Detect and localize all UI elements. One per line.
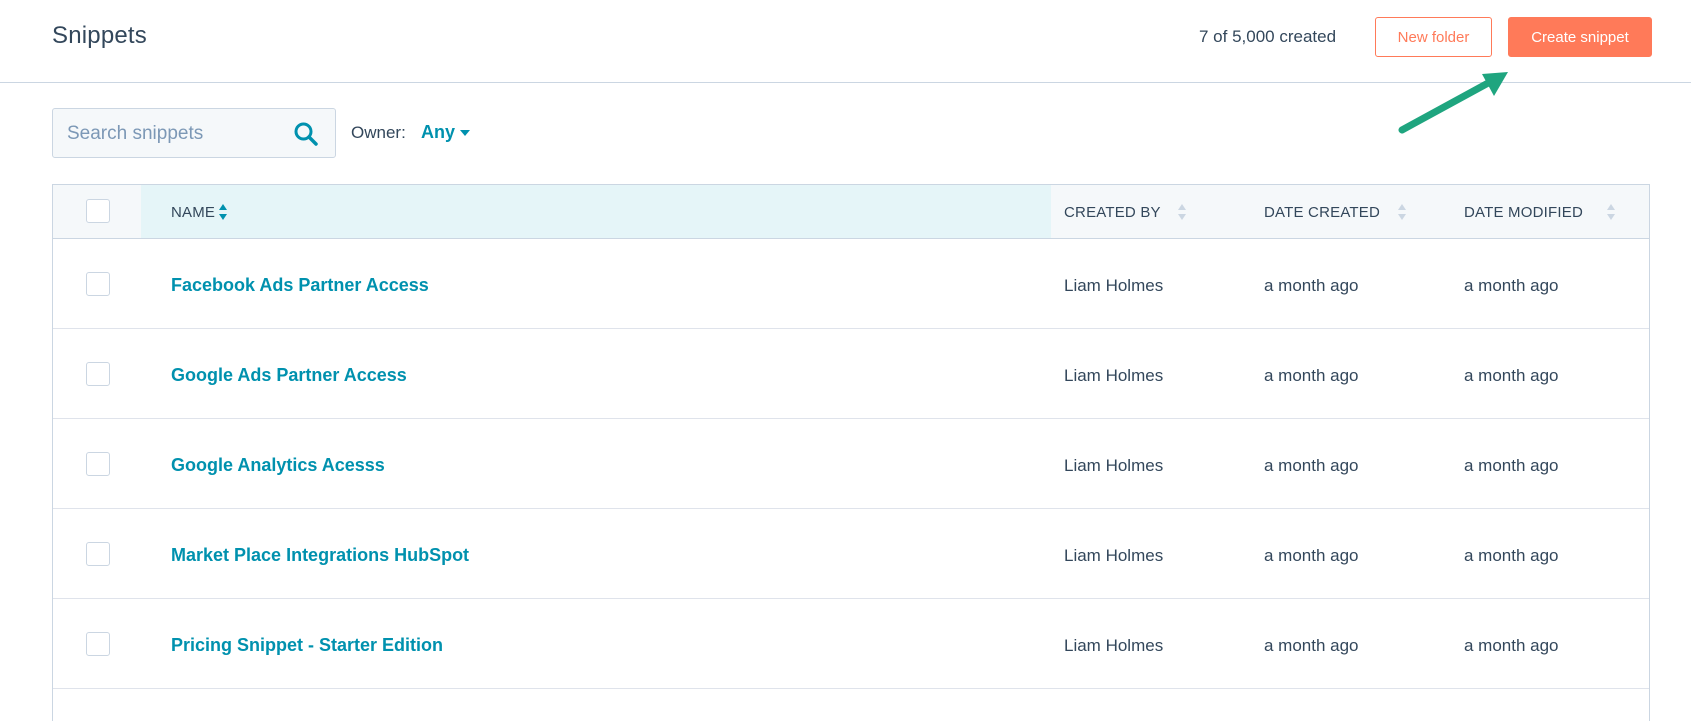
new-folder-button[interactable]: New folder [1375, 17, 1492, 57]
search-icon[interactable] [293, 121, 319, 147]
select-all-checkbox[interactable] [86, 199, 110, 223]
snippet-count: 7 of 5,000 created [1199, 27, 1337, 46]
column-header-date-modified[interactable]: DATE MODIFIED [1464, 204, 1583, 221]
row-checkbox[interactable] [86, 362, 110, 386]
row-checkbox[interactable] [86, 542, 110, 566]
date-modified-cell: a month ago [1464, 456, 1559, 475]
sort-icon[interactable] [1397, 203, 1407, 221]
search-input[interactable]: Search snippets [52, 108, 336, 158]
caret-down-icon[interactable] [460, 130, 470, 136]
sort-icon[interactable] [1177, 203, 1187, 221]
snippet-name-link[interactable]: Google Analytics Acesss [171, 455, 385, 476]
create-snippet-button[interactable]: Create snippet [1508, 17, 1652, 57]
created-by-cell: Liam Holmes [1064, 636, 1164, 655]
created-by-cell: Liam Holmes [1064, 366, 1164, 385]
row-checkbox[interactable] [86, 272, 110, 296]
snippet-name-link[interactable]: Facebook Ads Partner Access [171, 275, 429, 296]
sort-icon[interactable] [1606, 203, 1616, 221]
table-row[interactable]: Facebook Ads Partner Access Liam Holmes … [53, 239, 1649, 329]
active-sort-column-highlight [141, 185, 1051, 238]
table-header: NAME CREATED BY DATE CREATED DATE MODIFI… [53, 185, 1649, 239]
date-created-cell: a month ago [1264, 276, 1359, 295]
date-created-cell: a month ago [1264, 546, 1359, 565]
date-modified-cell: a month ago [1464, 546, 1559, 565]
created-by-cell: Liam Holmes [1064, 456, 1164, 475]
snippet-name-link[interactable]: Google Ads Partner Access [171, 365, 407, 386]
row-checkbox[interactable] [86, 452, 110, 476]
page-title: Snippets [52, 22, 147, 49]
table-row[interactable]: Pricing Snippet - Starter Edition Liam H… [53, 599, 1649, 689]
date-modified-cell: a month ago [1464, 636, 1559, 655]
column-header-created-by[interactable]: CREATED BY [1064, 204, 1161, 221]
table-row[interactable]: Google Ads Partner Access Liam Holmes a … [53, 329, 1649, 419]
table-row[interactable]: Market Place Integrations HubSpot Liam H… [53, 509, 1649, 599]
created-by-cell: Liam Holmes [1064, 276, 1164, 295]
date-created-cell: a month ago [1264, 366, 1359, 385]
date-created-cell: a month ago [1264, 636, 1359, 655]
date-modified-cell: a month ago [1464, 366, 1559, 385]
snippets-table: NAME CREATED BY DATE CREATED DATE MODIFI… [52, 184, 1650, 721]
sort-active-icon[interactable] [218, 203, 228, 221]
date-modified-cell: a month ago [1464, 276, 1559, 295]
snippet-name-link[interactable]: Market Place Integrations HubSpot [171, 545, 469, 566]
search-placeholder: Search snippets [67, 123, 204, 144]
table-row[interactable]: Google Analytics Acesss Liam Holmes a mo… [53, 419, 1649, 509]
snippet-name-link[interactable]: Pricing Snippet - Starter Edition [171, 635, 443, 656]
owner-filter-dropdown[interactable]: Any [421, 122, 455, 143]
owner-filter-label: Owner: [351, 123, 406, 142]
column-header-date-created[interactable]: DATE CREATED [1264, 204, 1380, 221]
row-checkbox[interactable] [86, 632, 110, 656]
created-by-cell: Liam Holmes [1064, 546, 1164, 565]
annotation-arrow-icon [1398, 72, 1508, 134]
column-header-name[interactable]: NAME [171, 204, 215, 221]
date-created-cell: a month ago [1264, 456, 1359, 475]
